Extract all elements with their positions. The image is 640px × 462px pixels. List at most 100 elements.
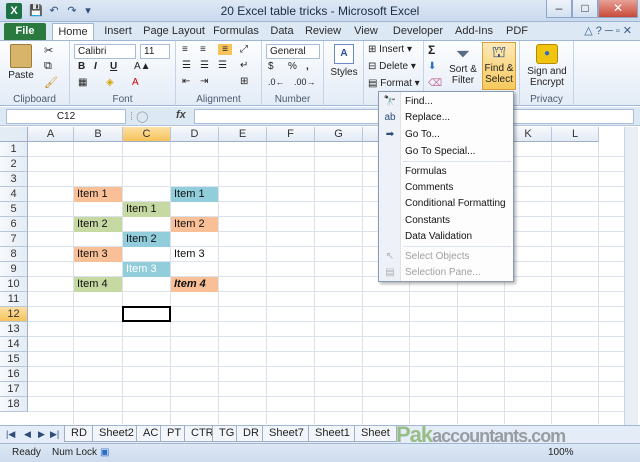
tab-developer[interactable]: Developer (390, 23, 446, 40)
row-header-10[interactable]: 10 (0, 277, 28, 292)
format-cells-button[interactable]: ▤ Format ▾ (368, 78, 420, 89)
insert-function-icon[interactable]: fx (176, 109, 192, 121)
row-header-11[interactable]: 11 (0, 292, 28, 307)
sheet-tab-rd[interactable]: RD (64, 426, 94, 442)
row-header-15[interactable]: 15 (0, 352, 28, 367)
decrease-decimal-icon[interactable]: .00→ (294, 77, 316, 87)
percent-button[interactable]: % (288, 61, 297, 72)
first-sheet-icon[interactable]: |◀ (6, 429, 15, 440)
increase-indent-icon[interactable]: ⇥ (200, 76, 208, 87)
sheet-tab-sheet1[interactable]: Sheet1 (308, 426, 357, 442)
clear-icon[interactable]: ⌫ (428, 78, 442, 89)
menu-item-go-to[interactable]: ➡ Go To... (379, 127, 513, 143)
name-box[interactable]: C12 (6, 109, 126, 124)
column-header-g[interactable]: G (315, 127, 363, 142)
delete-cells-button[interactable]: ⊟ Delete ▾ (368, 61, 416, 72)
italic-button[interactable]: I (94, 61, 97, 72)
close-button[interactable]: ✕ (598, 0, 638, 18)
cell-b8[interactable]: Item 3 (74, 247, 122, 262)
orientation-icon[interactable]: ⤢ (240, 44, 248, 55)
sheet-tab-sheet2[interactable]: Sheet2 (92, 426, 141, 442)
next-sheet-icon[interactable]: ▶ (38, 429, 45, 440)
cell-c5[interactable]: Item 1 (123, 202, 170, 217)
tab-view[interactable]: View (348, 23, 384, 40)
align-bottom-icon[interactable]: ≡ (218, 44, 232, 55)
row-header-7[interactable]: 7 (0, 232, 28, 247)
column-header-a[interactable]: A (28, 127, 74, 142)
grow-font-icon[interactable]: A▲ (134, 61, 151, 72)
styles-button[interactable]: A Styles (330, 44, 358, 78)
help-icon[interactable]: △ ? ─ ▫ ✕ (584, 24, 632, 37)
worksheet-grid[interactable]: ABCDEFGHIJKL 123456789101112131415161718… (0, 127, 632, 424)
cell-c9[interactable]: Item 3 (123, 262, 170, 277)
tab-pdf[interactable]: PDF (502, 23, 532, 40)
zoom-level[interactable]: 100% (548, 447, 574, 458)
cell-b10[interactable]: Item 4 (74, 277, 122, 292)
align-right-icon[interactable]: ☰ (218, 60, 227, 71)
tab-home[interactable]: Home (52, 23, 94, 40)
wrap-text-icon[interactable]: ↵ (240, 60, 248, 71)
cut-icon[interactable]: ✂ (44, 44, 53, 57)
tab-review[interactable]: Review (302, 23, 344, 40)
insert-cells-button[interactable]: ⊞ Insert ▾ (368, 44, 412, 55)
menu-item-replace[interactable]: ab Replace... (379, 110, 513, 126)
sort-filter-button[interactable]: ⏷ Sort & Filter (448, 44, 478, 86)
tab-formulas[interactable]: Formulas (210, 23, 262, 40)
row-header-2[interactable]: 2 (0, 157, 28, 172)
column-header-l[interactable]: L (552, 127, 599, 142)
tab-data[interactable]: Data (266, 23, 298, 40)
row-header-5[interactable]: 5 (0, 202, 28, 217)
comma-button[interactable]: , (306, 61, 309, 72)
macro-record-icon[interactable]: ▣ (100, 447, 109, 458)
select-all-corner[interactable] (0, 127, 28, 142)
column-header-b[interactable]: B (74, 127, 123, 142)
row-header-6[interactable]: 6 (0, 217, 28, 232)
menu-item-formulas[interactable]: Formulas (379, 164, 513, 180)
font-color-icon[interactable]: A (132, 77, 139, 88)
row-header-16[interactable]: 16 (0, 367, 28, 382)
sign-encrypt-button[interactable]: ● Sign and Encrypt (524, 44, 570, 88)
row-header-1[interactable]: 1 (0, 142, 28, 157)
find-select-button[interactable]: ⛫ Find & Select (482, 42, 516, 90)
cell-d4[interactable]: Item 1 (171, 187, 218, 202)
font-name-select[interactable]: Calibri (74, 44, 136, 59)
minimize-button[interactable]: – (546, 0, 572, 18)
cell-b6[interactable]: Item 2 (74, 217, 122, 232)
merge-center-icon[interactable]: ⊞ (240, 76, 248, 87)
align-top-icon[interactable]: ≡ (182, 44, 188, 55)
cell-c7[interactable]: Item 2 (123, 232, 170, 247)
fill-icon[interactable]: ⬇ (428, 61, 436, 72)
sheet-tab-sheet7[interactable]: Sheet7 (262, 426, 311, 442)
tab-file[interactable]: File (4, 23, 46, 40)
column-header-f[interactable]: F (267, 127, 315, 142)
borders-icon[interactable]: ▦ (78, 77, 87, 88)
align-center-icon[interactable]: ☰ (200, 60, 209, 71)
column-header-c[interactable]: C (123, 127, 171, 142)
cell-d10[interactable]: Item 4 (171, 277, 218, 292)
tab-add-ins[interactable]: Add-Ins (452, 23, 496, 40)
row-header-8[interactable]: 8 (0, 247, 28, 262)
tab-page-layout[interactable]: Page Layout (142, 23, 206, 40)
column-header-d[interactable]: D (171, 127, 219, 142)
menu-item-comments[interactable]: Comments (379, 180, 513, 196)
fill-color-icon[interactable]: ◈ (106, 77, 114, 88)
row-header-12[interactable]: 12 (0, 307, 28, 322)
prev-sheet-icon[interactable]: ◀ (24, 429, 31, 440)
cell-d8[interactable]: Item 3 (171, 247, 218, 262)
row-header-17[interactable]: 17 (0, 382, 28, 397)
menu-item-find[interactable]: 🔭 Find... (379, 94, 513, 110)
decrease-indent-icon[interactable]: ⇤ (182, 76, 190, 87)
row-header-13[interactable]: 13 (0, 322, 28, 337)
underline-button[interactable]: U (110, 61, 117, 72)
maximize-button[interactable]: □ (572, 0, 598, 18)
menu-item-go-to-special[interactable]: Go To Special... (379, 144, 513, 160)
font-size-select[interactable]: 11 (140, 44, 170, 59)
currency-button[interactable]: $ (268, 61, 274, 72)
align-middle-icon[interactable]: ≡ (200, 44, 206, 55)
autosum-button[interactable]: Σ (428, 43, 435, 57)
last-sheet-icon[interactable]: ▶| (50, 429, 59, 440)
menu-item-conditional-formatting[interactable]: Conditional Formatting (379, 196, 513, 212)
paste-button[interactable]: Paste (6, 44, 36, 81)
menu-item-constants[interactable]: Constants (379, 213, 513, 229)
row-header-14[interactable]: 14 (0, 337, 28, 352)
